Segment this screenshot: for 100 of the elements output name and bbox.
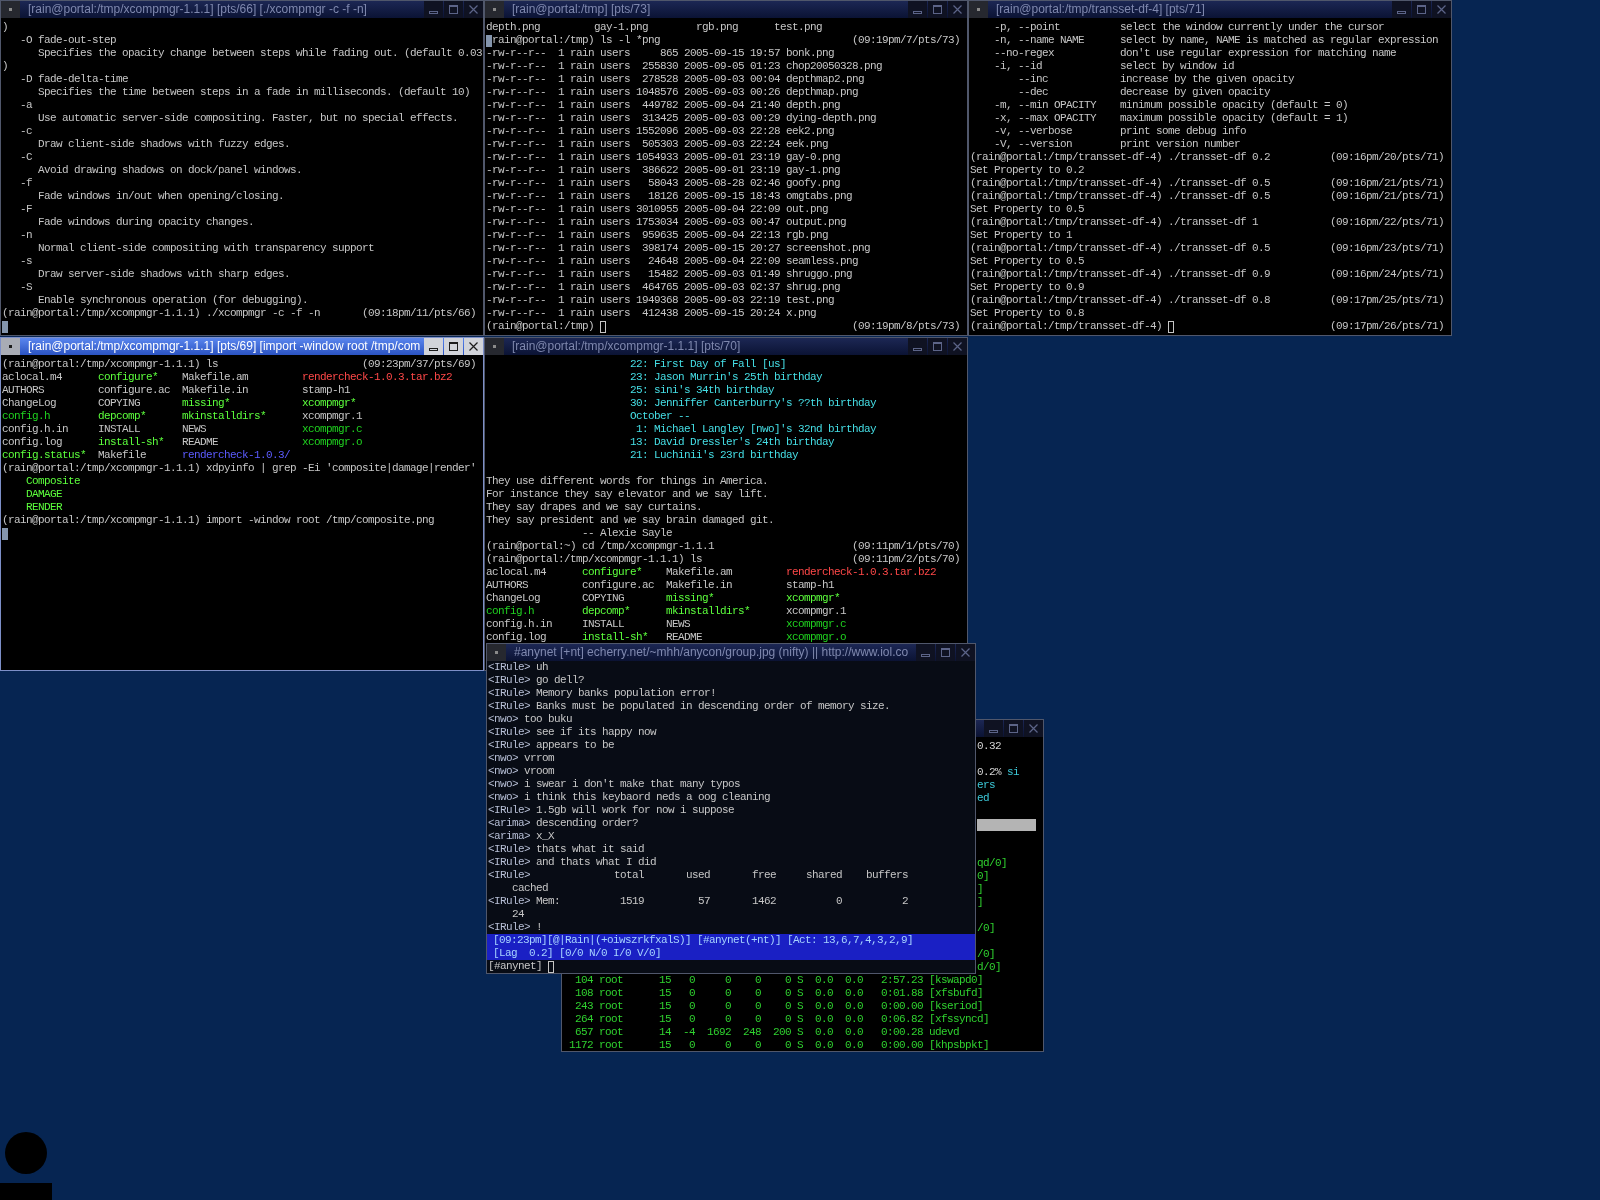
- file-size: 865: [660, 47, 678, 60]
- option-name: -O fade-out-step: [20, 34, 117, 47]
- stat-label: ed: [977, 792, 989, 805]
- file-owner: rain: [570, 60, 594, 73]
- process-command: /0]: [977, 922, 995, 935]
- virtual-memory: 0: [725, 1039, 731, 1051]
- resident-memory: 0: [755, 1013, 761, 1026]
- file-name: configure.ac: [98, 384, 171, 397]
- close-button[interactable]: [464, 338, 483, 355]
- grep-match: Composite: [26, 475, 80, 488]
- file-group: users: [600, 138, 630, 151]
- chat-message: thats what it said: [536, 843, 645, 856]
- calendar-day: 1:: [636, 423, 648, 436]
- file-owner: rain: [570, 99, 594, 112]
- process-state: S: [797, 1039, 803, 1051]
- window-title: [rain@portal:/tmp] [pts/73]: [512, 1, 651, 18]
- prompt-timestamp: (09:19pm/8/pts/73): [851, 320, 960, 333]
- file-group: users: [600, 73, 630, 86]
- option-name: -C: [20, 151, 32, 164]
- memory-value: 0: [836, 895, 842, 908]
- window-menu-button[interactable]: [487, 644, 506, 661]
- window-title: [rain@portal:/tmp/xcompmgr-1.1.1] [pts/69] [import -window root /tmp/com: [28, 338, 421, 355]
- file-name: depcomp*: [98, 410, 147, 423]
- process-id: 243: [575, 1000, 593, 1013]
- virtual-memory: 0: [725, 1000, 731, 1013]
- window-menu-button[interactable]: [1, 338, 20, 355]
- resident-memory: 248: [743, 1026, 761, 1039]
- calendar-day: 30:: [630, 397, 648, 410]
- process-user: root: [599, 1013, 623, 1026]
- output-line: Set Property to 0.9: [970, 281, 1085, 294]
- calendar-day: 21:: [630, 449, 648, 462]
- minimize-icon: [1397, 11, 1406, 14]
- window-menu-button[interactable]: [485, 1, 504, 18]
- close-icon: [953, 5, 962, 14]
- link-count: 1: [558, 47, 564, 60]
- file-name: depthmap.png: [786, 86, 858, 99]
- window-menu-button[interactable]: [1, 1, 20, 18]
- chat-nick: <IRule>: [488, 687, 530, 700]
- file-owner: rain: [570, 47, 594, 60]
- file-time: 00:47: [750, 216, 780, 229]
- option-description: Specifies the opacity change between steps while fading out. (default 0.03: [38, 47, 483, 60]
- cursor-icon: [2, 321, 8, 333]
- file-size: 959635: [642, 229, 678, 242]
- chat-message: i swear i don't make that many typos: [524, 778, 741, 791]
- prompt-line: (rain@portal:/tmp/transset-df-4) ./transset-df 1: [970, 216, 1259, 229]
- file-owner: rain: [570, 294, 594, 307]
- file-name: stamp-h1: [786, 579, 834, 592]
- input-field[interactable]: [#anynet]: [488, 960, 975, 973]
- file-group: users: [600, 242, 630, 255]
- file-name: Makefile.in: [182, 384, 249, 397]
- chat-message: vroom: [524, 765, 555, 778]
- file-date: 2005-08-28: [684, 177, 744, 190]
- link-count: 1: [558, 255, 564, 268]
- file-name: x.png: [786, 307, 816, 320]
- column-heading: cached: [512, 882, 548, 895]
- process-command: /0]: [977, 948, 995, 961]
- close-icon: [469, 342, 478, 351]
- file-time: 22:13: [750, 229, 780, 242]
- link-count: 1: [558, 138, 564, 151]
- file-group: users: [600, 190, 630, 203]
- file-owner: rain: [570, 151, 594, 164]
- prompt-timestamp: (09:11pm/1/pts/70): [851, 540, 960, 553]
- minimize-icon: [989, 730, 998, 733]
- file-date: 2005-09-04: [684, 229, 744, 242]
- file-name: Makefile.am: [666, 566, 732, 579]
- link-count: 1: [558, 125, 564, 138]
- link-count: 1: [558, 216, 564, 229]
- window-menu-button[interactable]: [969, 1, 988, 18]
- process-state: S: [797, 1013, 803, 1026]
- circle-icon: [5, 1132, 47, 1174]
- prompt-line: (rain@portal:/tmp/transset-df-4) ./transset-df 0.5: [970, 177, 1271, 190]
- process-command: [kseriod]: [929, 1000, 983, 1013]
- file-name: xcompmgr*: [786, 592, 840, 605]
- memory-percent: 0.0: [845, 974, 863, 987]
- file-name: INSTALL: [98, 423, 141, 436]
- process-user: root: [599, 1000, 623, 1013]
- chat-message: 1.5gb will work for now i suppose: [536, 804, 735, 817]
- nice-value: 0: [689, 1000, 695, 1013]
- chat-nick: <IRule>: [488, 700, 530, 713]
- file-date: 2005-09-04: [684, 255, 744, 268]
- window-menu-button[interactable]: [485, 338, 504, 355]
- link-count: 1: [558, 229, 564, 242]
- option-name: -i, --id: [994, 60, 1042, 73]
- memory-percent: 0.0: [845, 1039, 863, 1051]
- shared-memory: 0: [785, 974, 791, 987]
- prompt-timestamp: (09:19pm/7/pts/73): [851, 34, 960, 47]
- chat-nick: <IRule>: [488, 856, 530, 869]
- chat-message: too buku: [524, 713, 573, 726]
- file-owner: rain: [570, 268, 594, 281]
- process-state: S: [797, 1026, 803, 1039]
- process-command: ]: [977, 896, 983, 909]
- option-description: increase by the given opacity: [1120, 73, 1295, 86]
- process-user: root: [599, 974, 623, 987]
- file-size: 3010955: [636, 203, 678, 216]
- file-name: config.log: [2, 436, 62, 449]
- process-state: S: [797, 987, 803, 1000]
- minimize-button[interactable]: [424, 338, 443, 355]
- maximize-button[interactable]: [444, 338, 463, 355]
- chat-nick: <nwo>: [488, 713, 518, 726]
- option-name: --dec: [1018, 86, 1048, 99]
